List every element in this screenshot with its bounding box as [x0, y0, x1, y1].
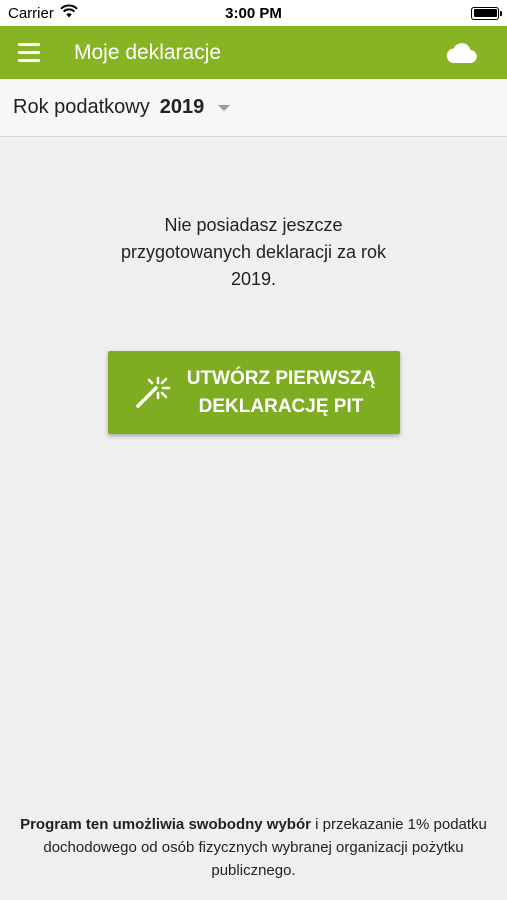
tax-year-label: Rok podatkowy	[13, 96, 150, 118]
chevron-down-icon	[218, 104, 231, 111]
footer-note: Program ten umożliwia swobodny wybór i p…	[10, 813, 497, 882]
carrier-label: Carrier	[8, 4, 54, 22]
create-button-line1: UTWÓRZ PIERWSZĄ	[186, 367, 376, 389]
battery-icon	[471, 6, 502, 20]
status-bar: Carrier 3:00 PM	[0, 0, 507, 26]
footer-bold-text: Program ten umożliwia swobodny wybór	[20, 816, 311, 833]
empty-state-message: Nie posiadasz jeszcze przygotowanych dek…	[120, 215, 387, 289]
create-button-line2: DEKLARACJĘ PIT	[198, 395, 364, 417]
status-left: Carrier	[8, 4, 78, 22]
create-first-declaration-button[interactable]: UTWÓRZ PIERWSZĄ DEKLARACJĘ PIT	[108, 351, 400, 434]
magic-wand-icon	[108, 370, 174, 415]
cloud-icon[interactable]	[441, 33, 481, 73]
wifi-icon	[60, 4, 78, 22]
page-title: Moje deklaracje	[74, 40, 222, 64]
tax-year-selector[interactable]: Rok podatkowy 2019	[0, 79, 507, 137]
app-bar: Moje deklaracje	[0, 26, 507, 79]
menu-icon[interactable]	[18, 33, 58, 73]
tax-year-value: 2019	[159, 96, 205, 118]
create-button-label: UTWÓRZ PIERWSZĄ DEKLARACJĘ PIT	[174, 365, 400, 421]
